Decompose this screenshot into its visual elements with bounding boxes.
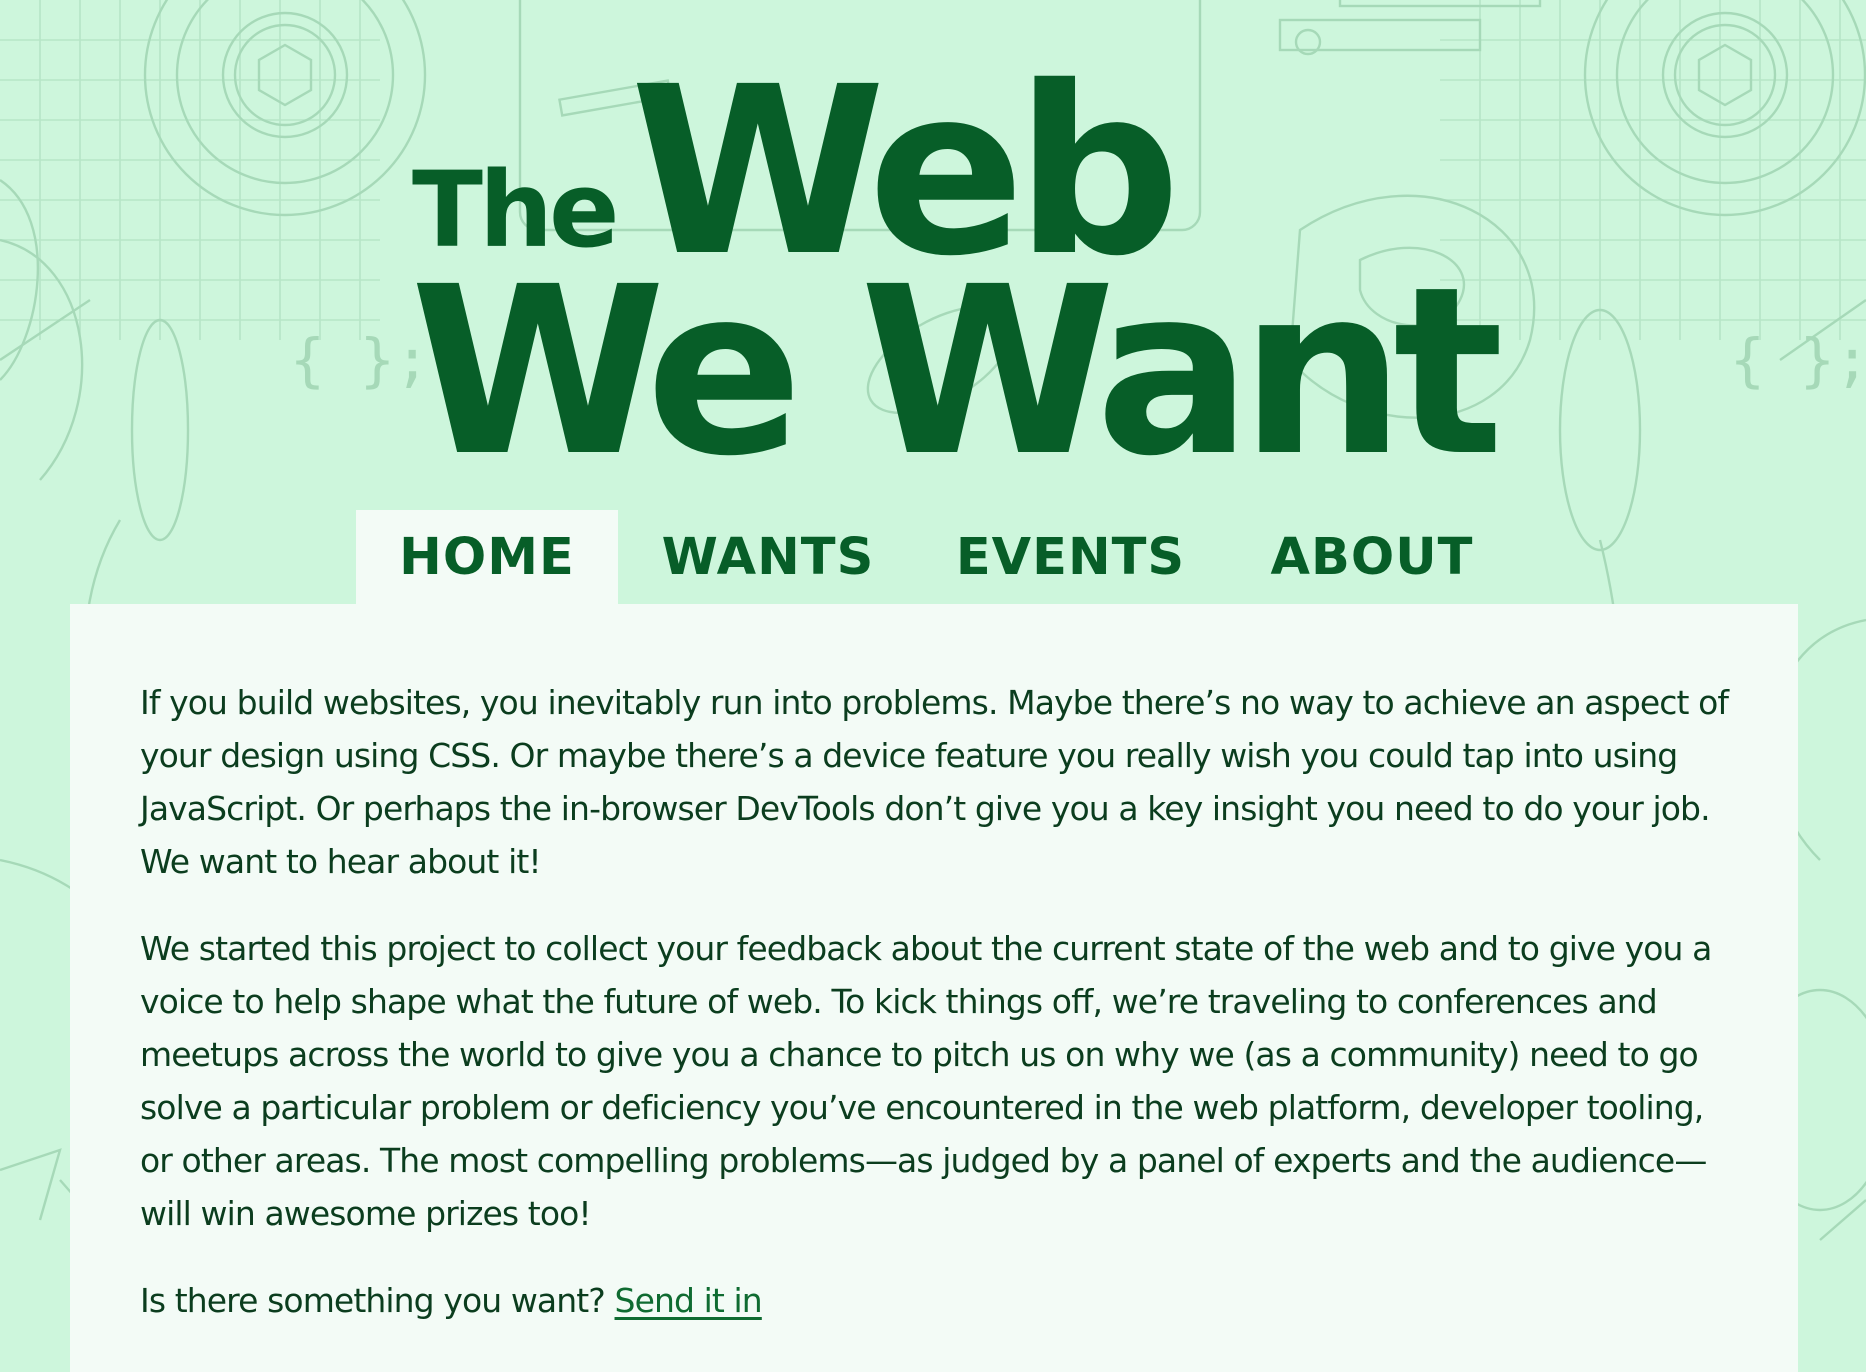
- send-it-in-link[interactable]: Send it in: [615, 1281, 763, 1320]
- tab-home[interactable]: HOME: [356, 510, 618, 605]
- tab-wants[interactable]: WANTS: [618, 510, 918, 605]
- project-paragraph: We started this project to collect your …: [140, 929, 1712, 1233]
- tab-events[interactable]: EVENTS: [918, 510, 1223, 605]
- svg-text:{ };: { };: [290, 326, 430, 394]
- gear-left-illustration: [143, 0, 427, 217]
- svg-text:{ };: { };: [1730, 326, 1866, 394]
- call-to-action-text: Is there something you want?: [140, 1281, 606, 1320]
- call-to-action: Is there something you want? Send it in: [140, 1274, 1738, 1327]
- main-navigation: HOME WANTS EVENTS ABOUT: [356, 510, 1521, 605]
- gear-right-illustration: [1583, 0, 1866, 217]
- main-content-panel: If you build websites, you inevitably ru…: [70, 604, 1798, 1372]
- site-logo[interactable]: The Web We Want: [410, 48, 1504, 488]
- tab-about[interactable]: ABOUT: [1223, 510, 1521, 605]
- logo-word-we-want: We Want: [410, 237, 1504, 507]
- intro-paragraph: If you build websites, you inevitably ru…: [140, 683, 1729, 881]
